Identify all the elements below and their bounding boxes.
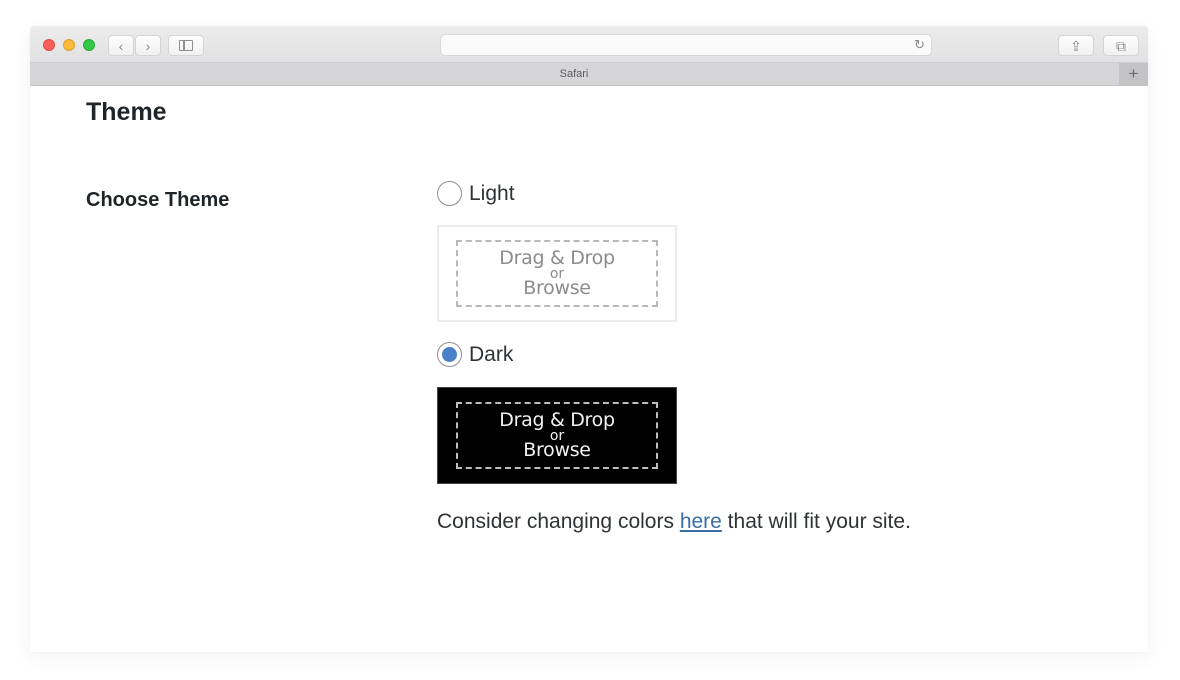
page-title: Theme [86,98,167,126]
share-icon: ⇪ [1070,37,1082,54]
maximize-window-button[interactable] [83,39,95,51]
browser-window: ‹ › ↻ ⇪ ⧉ Safari + Theme Choose Theme Li… [30,26,1148,652]
dark-theme-preview[interactable]: Drag & Drop or Browse [437,387,677,484]
tab-active[interactable]: Safari [30,63,1118,85]
chevron-right-icon: › [145,37,151,54]
radio-selected-dot [442,347,457,362]
light-dropzone: Drag & Drop or Browse [456,240,658,307]
theme-option-light[interactable]: Light [437,181,515,206]
theme-option-dark[interactable]: Dark [437,342,513,367]
plus-icon: + [1128,64,1139,83]
help-text-after: that will fit your site. [721,510,911,533]
address-bar[interactable]: ↻ [440,34,932,56]
tab-bar: Safari + [30,63,1148,86]
minimize-window-button[interactable] [63,39,75,51]
share-button[interactable]: ⇪ [1058,35,1094,56]
close-window-button[interactable] [43,39,55,51]
dark-dropzone: Drag & Drop or Browse [456,402,658,469]
light-radio-label: Light [469,181,515,205]
dropzone-browse-text: Browse [523,439,591,461]
new-tab-button[interactable]: + [1119,63,1148,85]
forward-button[interactable]: › [135,35,161,56]
choose-theme-label: Choose Theme [86,189,230,211]
tab-overview-icon: ⧉ [1116,37,1126,54]
sidebar-toggle-button[interactable] [168,35,204,56]
help-text-before: Consider changing colors [437,510,680,533]
help-text: Consider changing colors here that will … [437,510,911,534]
sidebar-icon [179,40,193,51]
browser-toolbar: ‹ › ↻ ⇪ ⧉ [30,26,1148,63]
light-theme-preview[interactable]: Drag & Drop or Browse [437,225,677,322]
page-content: Theme Choose Theme Light Drag & Drop or … [30,86,1148,652]
tab-overview-button[interactable]: ⧉ [1103,35,1139,56]
light-radio[interactable] [437,181,462,206]
chevron-left-icon: ‹ [118,37,124,54]
back-button[interactable]: ‹ [108,35,134,56]
dark-radio[interactable] [437,342,462,367]
dark-radio-label: Dark [469,342,514,366]
change-colors-link[interactable]: here [680,510,722,533]
reload-icon[interactable]: ↻ [914,37,925,53]
dropzone-browse-text: Browse [523,277,591,299]
